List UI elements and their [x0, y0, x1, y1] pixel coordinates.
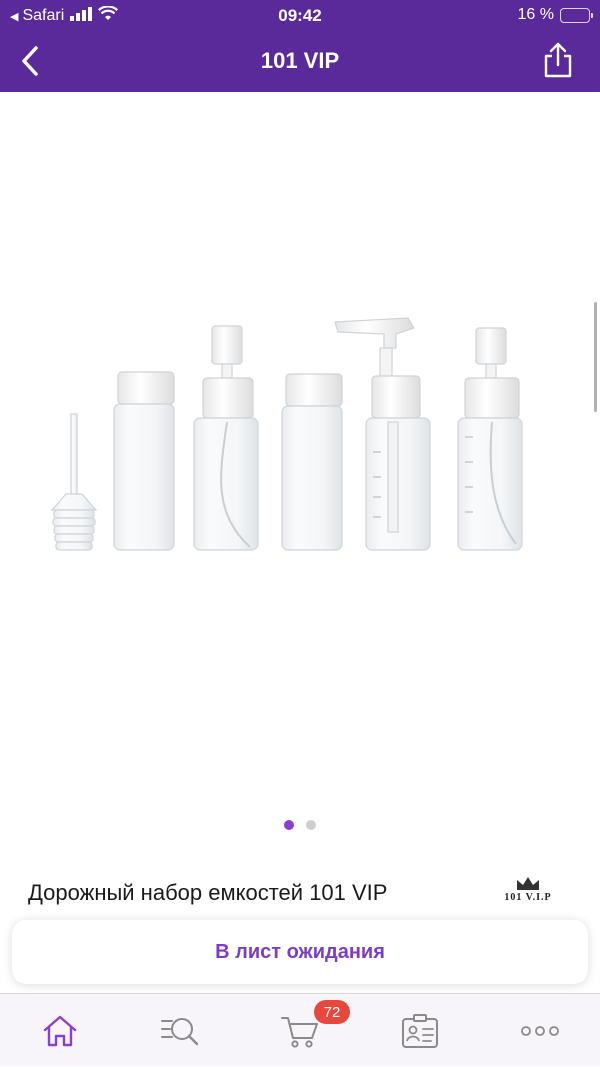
brand-logo-text: 101 V.I.P: [504, 892, 552, 903]
crown-icon: [517, 877, 539, 890]
product-image: [50, 317, 523, 551]
funnel-item: [50, 413, 98, 551]
spray-bottle-item: [193, 325, 259, 551]
more-icon: [521, 1025, 559, 1036]
tab-home[interactable]: [0, 994, 120, 1067]
cart-count-badge: 72: [314, 1000, 350, 1024]
profile-card-icon: [402, 1013, 438, 1048]
search-icon: [161, 1017, 199, 1045]
pump-bottle-item: [334, 317, 431, 551]
vertical-scroll-indicator: [594, 302, 597, 412]
add-to-waitlist-button[interactable]: В лист ожидания: [12, 920, 588, 984]
battery-icon: [560, 7, 593, 23]
tab-search[interactable]: [120, 994, 240, 1067]
share-button[interactable]: [540, 40, 576, 80]
brand-logo[interactable]: 101 V.I.P: [486, 876, 570, 912]
navigation-bar: 101 VIP: [0, 30, 600, 92]
battery-percent: 16 %: [517, 6, 554, 23]
page-title: 101 VIP: [260, 48, 340, 73]
jar-item: [113, 371, 175, 551]
jar-item: [281, 373, 343, 551]
share-icon: [544, 42, 572, 78]
status-bar: ◀ Safari 09:42 16 %: [0, 0, 600, 30]
home-icon: [43, 1015, 77, 1046]
product-title: Дорожный набор емкостей 101 VIP: [28, 880, 388, 905]
spray-bottle-item: [457, 327, 523, 551]
page-dot-2[interactable]: [306, 820, 316, 830]
tab-profile[interactable]: [360, 994, 480, 1067]
bottom-tab-bar: [0, 993, 600, 1066]
status-time: 09:42: [278, 6, 322, 25]
add-to-waitlist-label: В лист ожидания: [215, 940, 385, 963]
page-dot-1[interactable]: [284, 820, 294, 830]
gallery-page-dots[interactable]: [0, 820, 600, 830]
tab-more[interactable]: [480, 994, 600, 1067]
cart-icon: [281, 1016, 318, 1048]
product-image-gallery[interactable]: [0, 92, 600, 852]
status-right: 16 %: [517, 6, 593, 24]
